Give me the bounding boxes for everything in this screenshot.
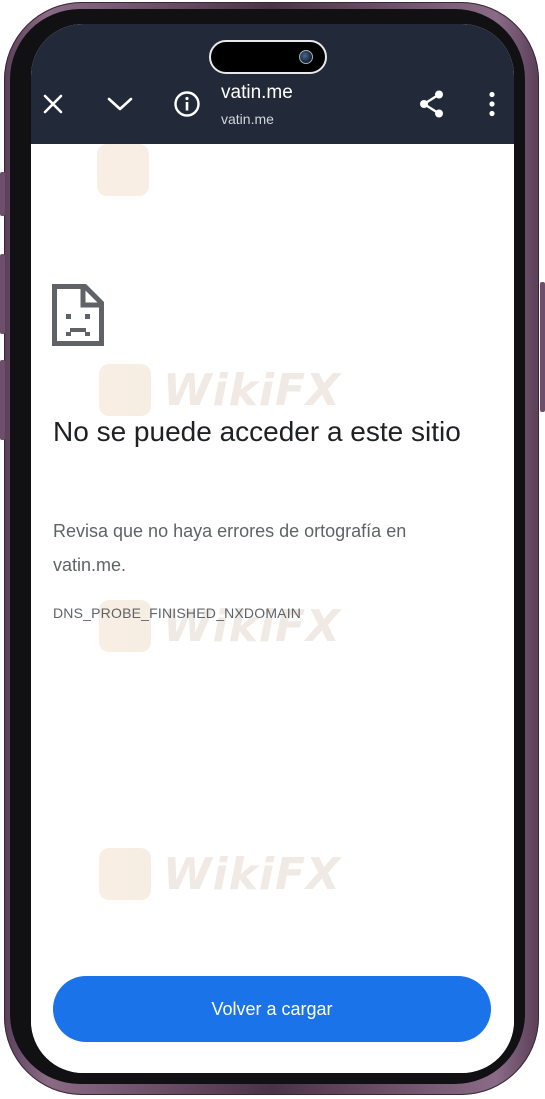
phone-side-button-volume-up bbox=[0, 254, 5, 334]
watermark: WikiFX bbox=[99, 364, 341, 416]
more-options-button[interactable] bbox=[476, 88, 508, 120]
page-title: vatin.me bbox=[221, 82, 293, 103]
front-camera bbox=[299, 50, 313, 64]
watermark bbox=[97, 144, 161, 196]
error-page: WikiFX WikiFX WikiFX No se puede acceder… bbox=[31, 144, 514, 1073]
close-button[interactable] bbox=[37, 88, 69, 120]
info-icon bbox=[174, 91, 200, 117]
error-headline: No se puede acceder a este sitio bbox=[53, 416, 461, 447]
watermark: WikiFX bbox=[99, 848, 341, 900]
phone-side-button-power bbox=[540, 282, 545, 412]
watermark-text: WikiFX bbox=[163, 848, 341, 900]
phone-side-button-volume-down bbox=[0, 360, 5, 440]
phone-side-button-action bbox=[0, 172, 5, 216]
collapse-button[interactable] bbox=[104, 88, 136, 120]
share-button[interactable] bbox=[416, 88, 448, 120]
close-icon bbox=[43, 94, 63, 114]
dynamic-island bbox=[209, 40, 327, 74]
page-url: vatin.me bbox=[221, 111, 274, 127]
chevron-down-icon bbox=[107, 97, 133, 111]
error-code: DNS_PROBE_FINISHED_NXDOMAIN bbox=[53, 605, 302, 621]
sad-document-icon bbox=[52, 284, 104, 346]
reload-button[interactable]: Volver a cargar bbox=[53, 976, 491, 1042]
phone-screen: vatin.me vatin.me WikiFX WikiFX WikiFX N… bbox=[31, 24, 514, 1073]
site-info-button[interactable] bbox=[171, 88, 203, 120]
watermark-text: WikiFX bbox=[163, 364, 341, 416]
phone-mockup: vatin.me vatin.me WikiFX WikiFX WikiFX N… bbox=[0, 0, 545, 1099]
watermark-logo bbox=[99, 848, 151, 900]
watermark-logo bbox=[99, 364, 151, 416]
more-vert-icon bbox=[489, 91, 495, 117]
watermark-logo bbox=[97, 144, 149, 196]
share-icon bbox=[420, 90, 443, 118]
browser-toolbar: vatin.me vatin.me bbox=[31, 24, 514, 144]
error-description: Revisa que no haya errores de ortografía… bbox=[53, 521, 407, 575]
